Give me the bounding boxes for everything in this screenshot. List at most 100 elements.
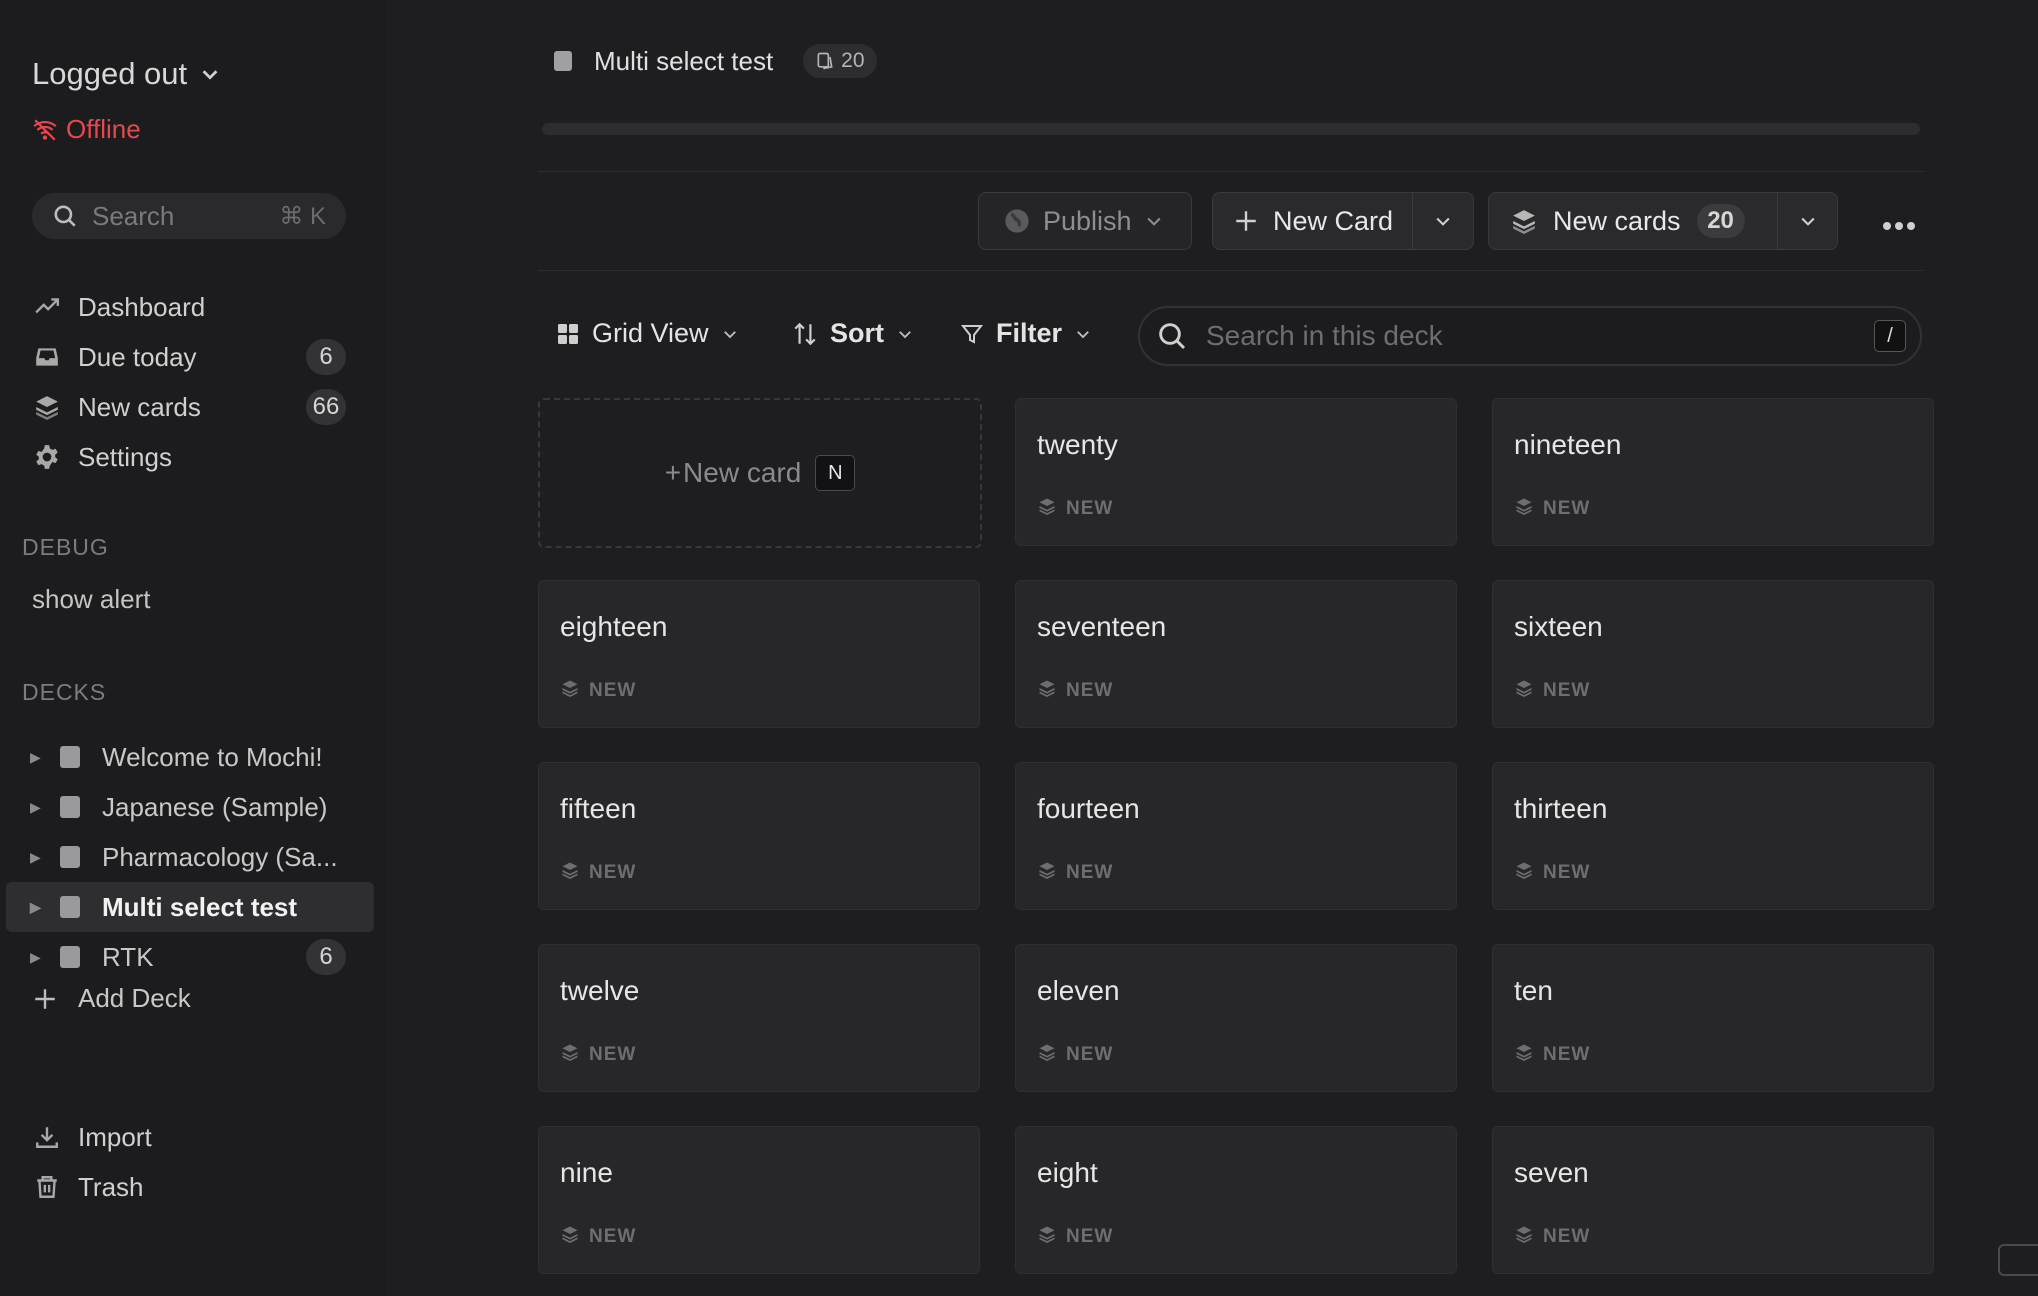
show-alert-link[interactable]: show alert <box>32 584 151 615</box>
layers-icon <box>561 1225 579 1249</box>
expand-triangle-icon[interactable]: ▶ <box>30 899 44 916</box>
deck-item-multi-select-test[interactable]: ▶ Multi select test <box>6 882 374 932</box>
add-deck-button[interactable]: Add Deck <box>32 983 191 1014</box>
deck-item-rtk[interactable]: ▶ RTK 6 <box>6 932 374 982</box>
review-progress-bar <box>542 123 1920 135</box>
layers-icon <box>1515 861 1533 885</box>
study-new-cards-button[interactable]: New cards 20 <box>1489 193 1777 249</box>
card-tile[interactable]: thirteen NEW <box>1492 762 1934 910</box>
expand-triangle-icon[interactable]: ▶ <box>30 799 44 816</box>
sidebar-search[interactable]: Search ⌘ K <box>32 193 346 239</box>
card-status: NEW <box>1038 861 1113 885</box>
card-status: NEW <box>561 1225 636 1249</box>
card-title: eighteen <box>560 611 668 642</box>
card-tile[interactable]: eleven NEW <box>1015 944 1457 1092</box>
publish-button[interactable]: Publish <box>978 192 1192 250</box>
chevron-down-icon <box>1436 217 1450 226</box>
layers-icon <box>561 1043 579 1067</box>
layers-icon <box>1038 679 1056 703</box>
sidebar-item-dashboard[interactable]: Dashboard <box>32 282 346 332</box>
more-options-icon[interactable] <box>1882 205 1916 239</box>
card-status: NEW <box>1515 679 1590 703</box>
card-count-pill: 20 <box>803 44 877 78</box>
chevron-down-icon <box>723 330 736 338</box>
new-card-shortcut-key: N <box>815 455 856 491</box>
view-selector[interactable]: Grid View <box>556 318 739 349</box>
card-title: fourteen <box>1037 793 1140 824</box>
sidebar-item-import[interactable]: Import <box>32 1112 346 1162</box>
card-title: twelve <box>560 975 640 1006</box>
download-icon <box>32 1122 62 1152</box>
publish-label: Publish <box>1043 205 1132 236</box>
view-label: Grid View <box>592 318 709 348</box>
sidebar-bottom-nav: Import Trash <box>32 1112 346 1212</box>
card-status-label: NEW <box>1066 680 1114 701</box>
sidebar-item-due-today[interactable]: Due today 6 <box>32 332 346 382</box>
expand-triangle-icon[interactable]: ▶ <box>30 949 44 966</box>
card-status-label: NEW <box>589 1044 637 1065</box>
card-status-label: NEW <box>589 680 637 701</box>
deck-search-input[interactable] <box>1204 319 1848 353</box>
filter-icon <box>960 324 984 344</box>
chevron-down-icon <box>1077 330 1089 338</box>
new-card-dropdown[interactable] <box>1413 193 1473 249</box>
chevron-down-icon <box>202 70 218 80</box>
sort-icon <box>794 322 816 345</box>
card-tile[interactable]: fifteen NEW <box>538 762 980 910</box>
deck-item-japanese[interactable]: ▶ Japanese (Sample) <box>6 782 374 832</box>
grid-icon <box>558 323 578 344</box>
card-tile[interactable]: seventeen NEW <box>1015 580 1457 728</box>
new-card-button[interactable]: New Card <box>1213 193 1412 249</box>
card-tile[interactable]: eight NEW <box>1015 1126 1457 1274</box>
deck-item-pharmacology[interactable]: ▶ Pharmacology (Sa... <box>6 832 374 882</box>
keyboard-icon[interactable] <box>1998 1244 2038 1276</box>
card-tile[interactable]: eighteen NEW <box>538 580 980 728</box>
gear-icon <box>32 442 62 472</box>
card-tile[interactable]: twelve NEW <box>538 944 980 1092</box>
new-cards-count-badge: 66 <box>306 389 346 425</box>
card-status-label: NEW <box>1543 862 1591 883</box>
sidebar-item-label: New cards <box>78 391 201 422</box>
card-status: NEW <box>1038 497 1113 521</box>
layers-icon <box>32 392 62 422</box>
card-tile[interactable]: seven NEW <box>1492 1126 1934 1274</box>
filter-selector[interactable]: Filter <box>960 318 1092 349</box>
book-icon <box>554 51 572 71</box>
layers-icon <box>1515 679 1533 703</box>
card-status: NEW <box>561 1043 636 1067</box>
card-status-label: NEW <box>1066 1226 1114 1247</box>
card-tile[interactable]: sixteen NEW <box>1492 580 1934 728</box>
main-content: Multi select test 20 Publish New Card Ne… <box>386 0 2038 1296</box>
card-tile[interactable]: nineteen NEW <box>1492 398 1934 546</box>
card-tile[interactable]: twenty NEW <box>1015 398 1457 546</box>
card-status-label: NEW <box>1543 1044 1591 1065</box>
sort-selector[interactable]: Sort <box>792 318 914 349</box>
deck-label: Multi select test <box>102 891 298 922</box>
offline-status: Offline <box>32 114 141 145</box>
layers-icon <box>1515 1225 1533 1249</box>
layers-icon <box>1038 497 1056 521</box>
expand-triangle-icon[interactable]: ▶ <box>30 749 44 766</box>
card-tile[interactable]: fourteen NEW <box>1015 762 1457 910</box>
expand-triangle-icon[interactable]: ▶ <box>30 849 44 866</box>
sidebar-item-label: Trash <box>78 1171 144 1202</box>
card-tile[interactable]: nine NEW <box>538 1126 980 1274</box>
sidebar-nav: Dashboard Due today 6 New cards 66 Setti… <box>32 282 346 482</box>
new-cards-label: New cards <box>1553 205 1681 236</box>
sidebar-item-new-cards[interactable]: New cards 66 <box>32 382 346 432</box>
search-shortcut: ⌘ K <box>279 202 326 230</box>
new-cards-dropdown[interactable] <box>1778 193 1837 249</box>
sidebar-item-settings[interactable]: Settings <box>32 432 346 482</box>
deck-search: / <box>1138 306 1922 366</box>
sidebar-item-trash[interactable]: Trash <box>32 1162 346 1212</box>
new-card-tile[interactable]: + New card N <box>538 398 982 548</box>
card-tile[interactable]: ten NEW <box>1492 944 1934 1092</box>
search-icon <box>54 205 76 227</box>
book-icon <box>60 946 80 968</box>
card-title: eight <box>1037 1157 1098 1188</box>
book-icon <box>60 746 80 768</box>
add-deck-label: Add Deck <box>78 983 191 1013</box>
account-switcher[interactable]: Logged out <box>32 56 221 92</box>
deck-item-welcome[interactable]: ▶ Welcome to Mochi! <box>6 732 374 782</box>
card-status-label: NEW <box>1066 862 1114 883</box>
